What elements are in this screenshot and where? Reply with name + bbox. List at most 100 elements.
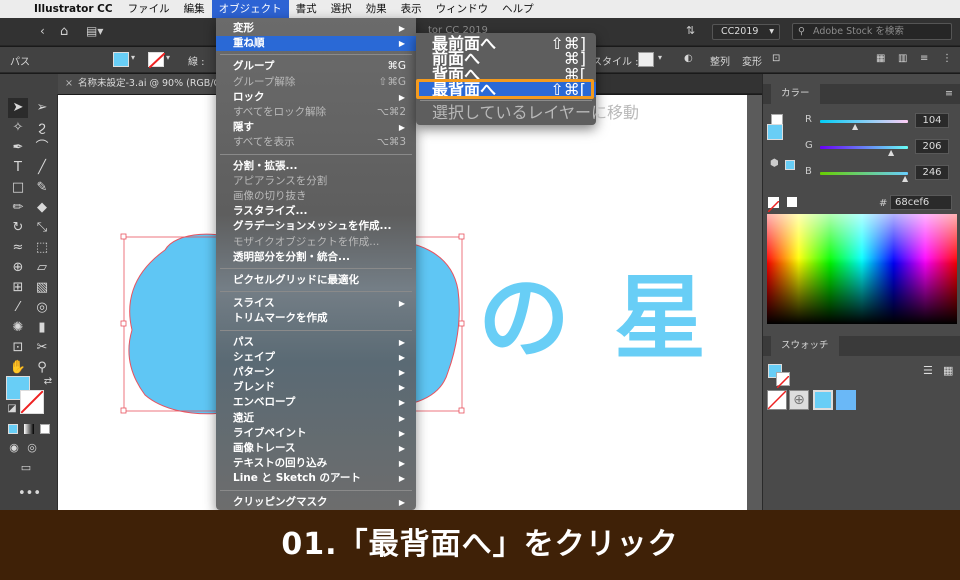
magic-wand-icon[interactable]: ✧ xyxy=(8,118,28,138)
object-menu-item[interactable]: トリムマークを作成 xyxy=(216,311,416,326)
menu-select[interactable]: 選択 xyxy=(324,0,359,18)
swap-fill-stroke-icon[interactable]: ⇄ xyxy=(38,372,58,392)
color-mode-icon[interactable] xyxy=(8,424,18,434)
align-link[interactable]: 整列 xyxy=(710,53,730,68)
paintbrush-icon[interactable]: ✎ xyxy=(32,178,52,198)
object-menu-item[interactable]: ラスタライズ... xyxy=(216,204,416,219)
width-tool-icon[interactable]: ≈ xyxy=(8,238,28,258)
g-slider-thumb[interactable]: ▲ xyxy=(888,148,894,157)
lasso-icon[interactable]: ϩ xyxy=(32,118,52,138)
object-menu-item[interactable]: グラデーションメッシュを作成... xyxy=(216,219,416,234)
workspace-switcher[interactable]: CC2019 ▾ xyxy=(712,24,780,40)
object-menu-item[interactable]: エンベロープ ▶ xyxy=(216,395,416,410)
pencil-icon[interactable]: ✏ xyxy=(8,198,28,218)
menu-view[interactable]: 表示 xyxy=(394,0,429,18)
rectangle-tool-icon[interactable]: □ xyxy=(8,178,28,198)
g-slider[interactable] xyxy=(820,146,908,149)
color-spectrum[interactable] xyxy=(767,214,957,324)
object-menu-item[interactable]: ブレンド ▶ xyxy=(216,380,416,395)
draw-mode-icon[interactable]: ◉ xyxy=(4,438,24,458)
align-options-icon[interactable]: ▦ xyxy=(876,53,885,64)
panel-menu-icon[interactable]: ≡ xyxy=(920,53,928,64)
swatch-none[interactable] xyxy=(767,390,787,410)
direct-selection-tool-icon[interactable]: ➢ xyxy=(32,98,52,118)
sync-icon[interactable]: ⇅ xyxy=(686,24,695,37)
artboard-tool-icon[interactable]: ⊡ xyxy=(8,338,28,358)
r-value-field[interactable]: 104 xyxy=(915,113,949,128)
swatch-panel-tab[interactable]: スウォッチ xyxy=(771,336,839,356)
object-menu-item[interactable]: パターン ▶ xyxy=(216,365,416,380)
list-view-icon[interactable]: ☰ xyxy=(923,364,933,377)
swatch-light-blue-selected[interactable] xyxy=(813,390,833,410)
stroke-color-swatch[interactable] xyxy=(20,390,44,414)
more-tools-icon[interactable]: ••• xyxy=(18,484,41,504)
menu-edit[interactable]: 編集 xyxy=(177,0,212,18)
fill-swatch[interactable] xyxy=(113,52,129,67)
r-slider[interactable] xyxy=(820,120,908,123)
stroke-swatch[interactable] xyxy=(148,52,166,69)
type-tool-icon[interactable]: T xyxy=(8,158,28,178)
object-menu-item[interactable]: スライス ▶ xyxy=(216,296,416,311)
hex-value-field[interactable]: 68cef6 xyxy=(890,195,952,210)
selection-tool-icon[interactable]: ➤ xyxy=(8,98,28,118)
object-menu-item[interactable]: Line と Sketch のアート ▶ xyxy=(216,471,416,486)
object-menu-item[interactable]: クリッピングマスク ▶ xyxy=(216,495,416,510)
eraser-icon[interactable]: ◆ xyxy=(32,198,52,218)
object-menu-item[interactable]: 変形 ▶ xyxy=(216,21,416,36)
graph-tool-icon[interactable]: ▮ xyxy=(32,318,52,338)
menu-file[interactable]: ファイル xyxy=(121,0,177,18)
more-icon[interactable]: ⋮ xyxy=(942,53,952,64)
b-slider[interactable] xyxy=(820,172,908,175)
chevron-down-icon[interactable]: ▾ xyxy=(131,53,135,62)
pen-tool-icon[interactable]: ✒ xyxy=(8,138,28,158)
toolbar-grip[interactable] xyxy=(0,74,58,94)
home-icon[interactable]: ⌂ xyxy=(60,24,68,39)
web-safe-swatch[interactable] xyxy=(785,160,795,170)
eyedropper-icon[interactable]: ⁄ xyxy=(8,298,28,318)
gradient-mode-icon[interactable] xyxy=(24,424,34,434)
object-menu-item[interactable]: ピクセルグリッドに最適化 xyxy=(216,273,416,288)
white-color-button[interactable] xyxy=(787,197,797,207)
g-value-field[interactable]: 206 xyxy=(915,139,949,154)
adobe-stock-search[interactable]: ⚲ Adobe Stock を検索 xyxy=(792,23,952,40)
menu-effect[interactable]: 効果 xyxy=(359,0,394,18)
object-menu-item[interactable]: テキストの回り込み ▶ xyxy=(216,456,416,471)
shape-builder-icon[interactable]: ⊕ xyxy=(8,258,28,278)
slice-tool-icon[interactable]: ✂ xyxy=(32,338,52,358)
chevron-left-icon[interactable]: ‹ xyxy=(40,24,45,38)
none-color-button[interactable] xyxy=(767,197,780,213)
panel-menu-icon[interactable]: ≡ xyxy=(945,84,953,104)
object-menu-item[interactable]: 遠近 ▶ xyxy=(216,411,416,426)
b-slider-thumb[interactable]: ▲ xyxy=(902,174,908,183)
object-menu-item[interactable]: 隠す ▶ xyxy=(216,120,416,135)
none-mode-icon[interactable] xyxy=(40,424,50,434)
chevron-down-icon[interactable]: ▾ xyxy=(166,53,170,62)
style-swatch[interactable] xyxy=(638,52,654,67)
line-tool-icon[interactable]: ╱ xyxy=(32,158,52,178)
arrange-documents-icon[interactable]: ▤▾ xyxy=(86,24,103,38)
isolate-icon[interactable]: ⊡ xyxy=(772,53,780,64)
menu-help[interactable]: ヘルプ xyxy=(495,0,541,18)
blend-tool-icon[interactable]: ◎ xyxy=(32,298,52,318)
panel-fill-swatch[interactable] xyxy=(767,124,783,140)
object-menu-item[interactable]: 重ね順 ▶ xyxy=(216,36,416,52)
object-menu-item[interactable]: シェイプ ▶ xyxy=(216,350,416,365)
object-menu-item[interactable]: ライブペイント ▶ xyxy=(216,426,416,441)
out-of-gamut-icon[interactable]: ⬢ xyxy=(770,158,779,169)
screen-mode-icon[interactable]: ▭ xyxy=(16,458,36,478)
menu-type[interactable]: 書式 xyxy=(289,0,324,18)
perspective-grid-icon[interactable]: ▱ xyxy=(32,258,52,278)
distribute-icon[interactable]: ▥ xyxy=(898,53,907,64)
draw-behind-icon[interactable]: ◎ xyxy=(22,438,42,458)
mesh-tool-icon[interactable]: ⊞ xyxy=(8,278,28,298)
scale-tool-icon[interactable]: ⤡ xyxy=(32,218,52,238)
symbol-sprayer-icon[interactable]: ✺ xyxy=(8,318,28,338)
color-panel-tab[interactable]: カラー xyxy=(771,84,820,104)
document-tab[interactable]: × 名称未設定-3.ai @ 90% (RGB/GPU プレビュー) xyxy=(58,74,238,94)
object-menu-item[interactable]: グループ ⌘G xyxy=(216,59,416,74)
menu-object[interactable]: オブジェクト xyxy=(211,0,289,18)
object-menu-item[interactable]: 分割・拡張... xyxy=(216,159,416,174)
swatch-stroke[interactable] xyxy=(776,372,790,389)
default-colors-icon[interactable]: ◪ xyxy=(2,399,22,419)
hand-tool-icon[interactable]: ✋ xyxy=(8,358,28,378)
